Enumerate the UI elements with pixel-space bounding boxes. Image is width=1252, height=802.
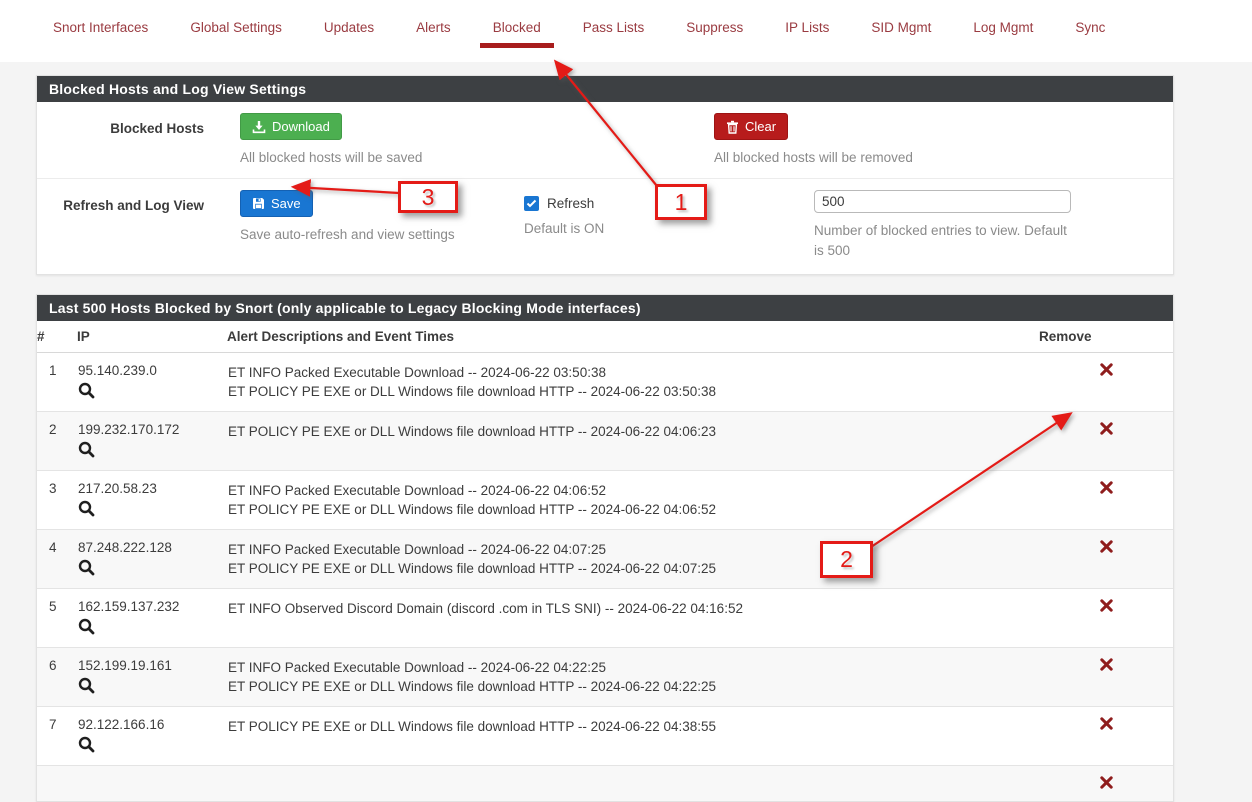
search-icon[interactable] — [78, 382, 95, 402]
table-row: 1 95.140.239.0 ET INFO Packed Executable… — [37, 353, 1173, 412]
tab-log-mgmt[interactable]: Log Mgmt — [960, 20, 1046, 48]
clear-button[interactable]: Clear — [714, 113, 788, 140]
remove-x-icon[interactable] — [1100, 776, 1113, 792]
tab-global-settings[interactable]: Global Settings — [177, 20, 295, 48]
save-button[interactable]: Save — [240, 190, 313, 217]
tab-alerts[interactable]: Alerts — [403, 20, 464, 48]
save-help-text: Save auto-refresh and view settings — [240, 227, 488, 242]
alert-descriptions — [227, 766, 1039, 802]
search-icon[interactable] — [78, 500, 95, 520]
trash-icon — [726, 120, 739, 134]
download-help-text: All blocked hosts will be saved — [240, 150, 678, 165]
table-row: 3 217.20.58.23 ET INFO Packed Executable… — [37, 471, 1173, 530]
alert-description-line: ET POLICY PE EXE or DLL Windows file dow… — [228, 677, 1038, 696]
refresh-log-view-label: Refresh and Log View — [37, 190, 204, 261]
blocked-ip: 217.20.58.23 — [78, 481, 226, 496]
search-icon[interactable] — [78, 736, 95, 756]
tab-snort-interfaces[interactable]: Snort Interfaces — [40, 20, 161, 48]
remove-x-icon[interactable] — [1100, 717, 1113, 733]
download-button[interactable]: Download — [240, 113, 342, 140]
table-row: 7 92.122.166.16 ET POLICY PE EXE or DLL … — [37, 707, 1173, 766]
download-icon — [252, 120, 266, 134]
search-icon[interactable] — [78, 618, 95, 638]
blocked-hosts-panel-title: Last 500 Hosts Blocked by Snort (only ap… — [37, 295, 1173, 321]
tab-suppress[interactable]: Suppress — [673, 20, 756, 48]
tab-sync[interactable]: Sync — [1062, 20, 1118, 48]
row-number: 6 — [37, 648, 77, 707]
col-header-ip: IP — [77, 321, 227, 353]
refresh-help-text: Default is ON — [524, 221, 778, 236]
remove-x-icon[interactable] — [1100, 658, 1113, 674]
col-header-num: # — [37, 321, 77, 353]
blocked-entries-help-text: Number of blocked entries to view. Defau… — [814, 221, 1076, 261]
alert-descriptions: ET INFO Packed Executable Download -- 20… — [227, 471, 1039, 530]
remove-x-icon[interactable] — [1100, 540, 1113, 556]
search-icon[interactable] — [78, 559, 95, 579]
row-number: 5 — [37, 589, 77, 648]
alert-description-line: ET INFO Packed Executable Download -- 20… — [228, 481, 1038, 500]
blocked-entries-input[interactable] — [814, 190, 1071, 213]
save-icon — [252, 197, 265, 210]
download-button-label: Download — [272, 119, 330, 134]
col-header-descriptions: Alert Descriptions and Event Times — [227, 321, 1039, 353]
row-number — [37, 766, 77, 802]
alert-description-line: ET POLICY PE EXE or DLL Windows file dow… — [228, 422, 1038, 441]
refresh-checkbox[interactable] — [524, 196, 539, 211]
settings-panel-title: Blocked Hosts and Log View Settings — [37, 76, 1173, 102]
blocked-hosts-table: # IP Alert Descriptions and Event Times … — [37, 321, 1173, 801]
blocked-ip: 162.159.137.232 — [78, 599, 226, 614]
save-button-label: Save — [271, 196, 301, 211]
table-row — [37, 766, 1173, 802]
remove-x-icon[interactable] — [1100, 481, 1113, 497]
alert-descriptions: ET POLICY PE EXE or DLL Windows file dow… — [227, 707, 1039, 766]
blocked-ip: 87.248.222.128 — [78, 540, 226, 555]
tab-updates[interactable]: Updates — [311, 20, 387, 48]
blocked-ip: 199.232.170.172 — [78, 422, 226, 437]
table-row: 6 152.199.19.161 ET INFO Packed Executab… — [37, 648, 1173, 707]
remove-x-icon[interactable] — [1100, 363, 1113, 379]
blocked-ip: 152.199.19.161 — [78, 658, 226, 673]
row-number: 7 — [37, 707, 77, 766]
row-number: 4 — [37, 530, 77, 589]
alert-descriptions: ET INFO Packed Executable Download -- 20… — [227, 353, 1039, 412]
alert-description-line: ET POLICY PE EXE or DLL Windows file dow… — [228, 559, 1038, 578]
search-icon[interactable] — [78, 441, 95, 461]
row-number: 2 — [37, 412, 77, 471]
row-number: 3 — [37, 471, 77, 530]
alert-descriptions: ET INFO Packed Executable Download -- 20… — [227, 530, 1039, 589]
snort-tab-bar: Snort Interfaces Global Settings Updates… — [0, 0, 1252, 62]
tab-blocked[interactable]: Blocked — [480, 20, 554, 48]
table-header-row: # IP Alert Descriptions and Event Times … — [37, 321, 1173, 353]
table-row: 2 199.232.170.172 ET POLICY PE EXE or DL… — [37, 412, 1173, 471]
blocked-hosts-panel: Last 500 Hosts Blocked by Snort (only ap… — [36, 294, 1174, 802]
alert-description-line: ET INFO Observed Discord Domain (discord… — [228, 599, 1038, 618]
tab-pass-lists[interactable]: Pass Lists — [570, 20, 658, 48]
refresh-checkbox-label: Refresh — [547, 196, 594, 211]
alert-description-line: ET INFO Packed Executable Download -- 20… — [228, 363, 1038, 382]
refresh-log-view-row: Refresh and Log View Save Save auto-refr… — [37, 179, 1173, 274]
alert-description-line: ET INFO Packed Executable Download -- 20… — [228, 658, 1038, 677]
remove-x-icon[interactable] — [1100, 599, 1113, 615]
clear-help-text: All blocked hosts will be removed — [714, 150, 913, 165]
blocked-ip: 95.140.239.0 — [78, 363, 226, 378]
alert-description-line: ET POLICY PE EXE or DLL Windows file dow… — [228, 500, 1038, 519]
col-header-remove: Remove — [1039, 321, 1173, 353]
alert-descriptions: ET POLICY PE EXE or DLL Windows file dow… — [227, 412, 1039, 471]
alert-description-line: ET POLICY PE EXE or DLL Windows file dow… — [228, 717, 1038, 736]
tab-sid-mgmt[interactable]: SID Mgmt — [858, 20, 944, 48]
alert-description-line: ET POLICY PE EXE or DLL Windows file dow… — [228, 382, 1038, 401]
row-number: 1 — [37, 353, 77, 412]
blocked-hosts-row: Blocked Hosts Download All blocked hosts… — [37, 102, 1173, 179]
remove-x-icon[interactable] — [1100, 422, 1113, 438]
tab-ip-lists[interactable]: IP Lists — [772, 20, 842, 48]
table-row: 5 162.159.137.232 ET INFO Observed Disco… — [37, 589, 1173, 648]
clear-button-label: Clear — [745, 119, 776, 134]
alert-description-line: ET INFO Packed Executable Download -- 20… — [228, 540, 1038, 559]
settings-panel: Blocked Hosts and Log View Settings Bloc… — [36, 75, 1174, 275]
alert-descriptions: ET INFO Packed Executable Download -- 20… — [227, 648, 1039, 707]
table-row: 4 87.248.222.128 ET INFO Packed Executab… — [37, 530, 1173, 589]
search-icon[interactable] — [78, 677, 95, 697]
blocked-hosts-label: Blocked Hosts — [37, 113, 204, 165]
alert-descriptions: ET INFO Observed Discord Domain (discord… — [227, 589, 1039, 648]
